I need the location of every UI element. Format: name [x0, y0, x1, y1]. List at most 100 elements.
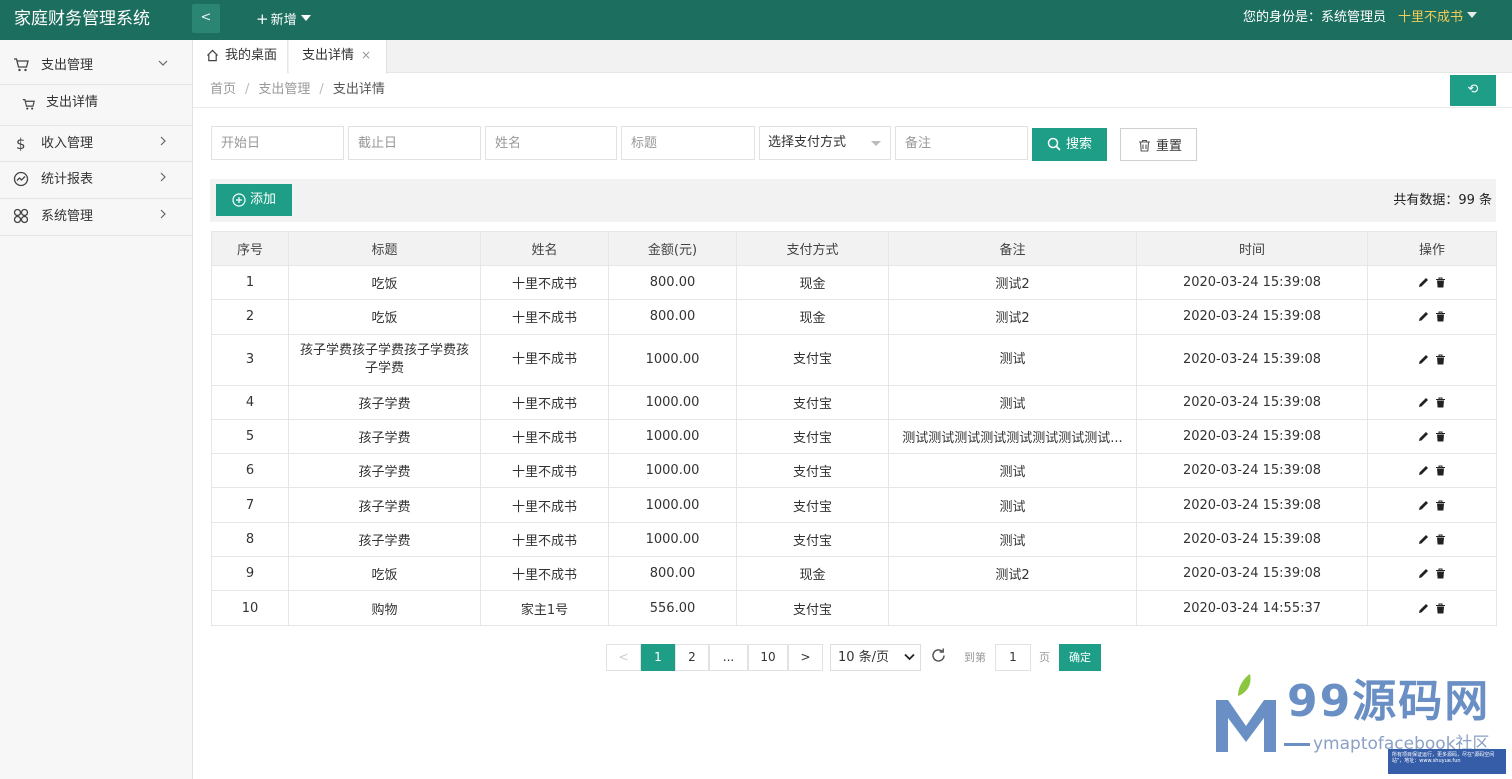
row-amount: 1000.00	[608, 487, 737, 523]
search-button[interactable]: 搜索	[1032, 128, 1107, 161]
delete-icon[interactable]	[1435, 354, 1446, 365]
edit-icon[interactable]	[1418, 500, 1429, 511]
start-date-input[interactable]	[211, 126, 344, 160]
sidebar-item-label: 收入管理	[41, 136, 94, 151]
goto-confirm-button[interactable]: 确定	[1059, 644, 1101, 671]
row-actions	[1367, 384, 1497, 420]
grid-icon	[13, 208, 29, 224]
end-date-input[interactable]	[348, 126, 481, 160]
edit-icon[interactable]	[1418, 397, 1429, 408]
table-row: 7 孩子学费 十里不成书 1000.00 支付宝 测试 2020-03-24 15:39:0…	[211, 487, 1497, 523]
breadcrumb-item-expense[interactable]: 支出管理	[258, 82, 310, 97]
row-time: 2020-03-24 15:39:08	[1136, 333, 1368, 386]
row-amount: 1000.00	[608, 521, 737, 558]
sidebar-item-reports[interactable]: 统计报表	[0, 162, 192, 199]
row-actions	[1367, 333, 1497, 386]
row-actions	[1367, 264, 1497, 301]
sidebar-item-system[interactable]: 系统管理	[0, 199, 192, 236]
page-button[interactable]: 2	[675, 644, 709, 671]
edit-icon[interactable]	[1418, 354, 1429, 365]
next-page-button[interactable]: >	[788, 644, 823, 671]
delete-icon[interactable]	[1435, 397, 1446, 408]
tab-home[interactable]: 我的桌面	[193, 40, 288, 73]
sidebar-item-income[interactable]: $ 收入管理	[0, 125, 192, 162]
divider	[193, 107, 1512, 108]
row-time: 2020-03-24 15:39:08	[1136, 264, 1368, 301]
delete-icon[interactable]	[1435, 431, 1446, 442]
row-index: 9	[211, 556, 289, 592]
delete-icon[interactable]	[1435, 534, 1446, 545]
delete-icon[interactable]	[1435, 311, 1446, 322]
row-name: 十里不成书	[480, 418, 609, 455]
add-button[interactable]: 添加	[216, 184, 292, 216]
delete-icon[interactable]	[1435, 277, 1446, 288]
edit-icon[interactable]	[1418, 431, 1429, 442]
per-page-select[interactable]: 10 条/页	[830, 644, 921, 671]
tab-bar: 我的桌面 支出详情 ×	[193, 40, 1512, 74]
delete-icon[interactable]	[1435, 465, 1446, 476]
row-name: 十里不成书	[480, 521, 609, 558]
sidebar-subitem-expense-detail[interactable]: 支出详情	[0, 85, 192, 122]
identity-text: 您的身份是：系统管理员	[1243, 10, 1387, 25]
row-index: 10	[211, 590, 289, 626]
pay-method-select[interactable]: 选择支付方式	[759, 126, 891, 160]
row-amount: 1000.00	[608, 453, 737, 489]
column-header: 支付方式	[736, 231, 889, 266]
page-button[interactable]: 10	[748, 644, 788, 671]
row-remark: 测试	[888, 333, 1137, 386]
edit-icon[interactable]	[1418, 568, 1429, 579]
new-menu[interactable]: + 新增	[256, 0, 311, 40]
row-title: 吃饭	[288, 299, 481, 335]
delete-icon[interactable]	[1435, 603, 1446, 614]
breadcrumb-item-home[interactable]: 首页	[210, 82, 236, 97]
sidebar-item-expense[interactable]: 支出管理	[0, 48, 192, 85]
new-menu-label: 新增	[270, 13, 297, 28]
close-icon[interactable]: ×	[361, 40, 371, 71]
goto-page-input[interactable]: 1	[995, 644, 1031, 671]
row-time: 2020-03-24 15:39:08	[1136, 384, 1368, 420]
table-row: 4 孩子学费 十里不成书 1000.00 支付宝 测试 2020-03-24 15:39:0…	[211, 384, 1497, 420]
remark-input[interactable]	[895, 126, 1028, 160]
column-header: 序号	[211, 231, 289, 266]
breadcrumb-item-current: 支出详情	[332, 82, 385, 97]
row-name: 家主1号	[480, 590, 609, 626]
edit-icon[interactable]	[1418, 534, 1429, 545]
row-remark: 测试	[888, 453, 1137, 489]
row-amount: 800.00	[608, 556, 737, 592]
prev-page-button[interactable]: <	[606, 644, 641, 671]
reset-button[interactable]: 重置	[1120, 128, 1197, 161]
edit-icon[interactable]	[1418, 603, 1429, 614]
row-amount: 800.00	[608, 299, 737, 335]
refresh-icon[interactable]	[930, 647, 947, 664]
row-time: 2020-03-24 15:39:08	[1136, 487, 1368, 523]
edit-icon[interactable]	[1418, 465, 1429, 476]
row-actions	[1367, 299, 1497, 335]
column-header: 时间	[1136, 231, 1368, 266]
delete-icon[interactable]	[1435, 500, 1446, 511]
table-row: 10 购物 家主1号 556.00 支付宝 2020-03-24 14:55:37	[211, 590, 1497, 626]
row-index: 6	[211, 453, 289, 489]
delete-icon[interactable]	[1435, 568, 1446, 579]
row-pay-method: 现金	[736, 556, 889, 592]
edit-icon[interactable]	[1418, 277, 1429, 288]
home-icon	[206, 49, 219, 62]
column-header: 姓名	[480, 231, 609, 266]
row-remark: 测试	[888, 384, 1137, 420]
user-menu[interactable]: 十里不成书	[1398, 0, 1478, 40]
tab-label: 支出详情	[302, 48, 355, 63]
sidebar-collapse-button[interactable]: <	[192, 4, 220, 33]
refresh-page-button[interactable]: ⟲	[1450, 75, 1496, 106]
row-pay-method: 现金	[736, 264, 889, 301]
plus-icon: +	[256, 10, 269, 28]
row-name: 十里不成书	[480, 384, 609, 420]
row-remark: 测试	[888, 521, 1137, 558]
page-ellipsis: ...	[709, 644, 748, 671]
tab-expense-detail[interactable]: 支出详情 ×	[289, 40, 387, 74]
table-row: 6 孩子学费 十里不成书 1000.00 支付宝 测试 2020-03-24 15:39:0…	[211, 453, 1497, 489]
page-button[interactable]: 1	[641, 644, 675, 671]
title-input[interactable]	[621, 126, 755, 160]
name-input[interactable]	[485, 126, 617, 160]
row-name: 十里不成书	[480, 299, 609, 335]
row-index: 2	[211, 299, 289, 335]
edit-icon[interactable]	[1418, 311, 1429, 322]
